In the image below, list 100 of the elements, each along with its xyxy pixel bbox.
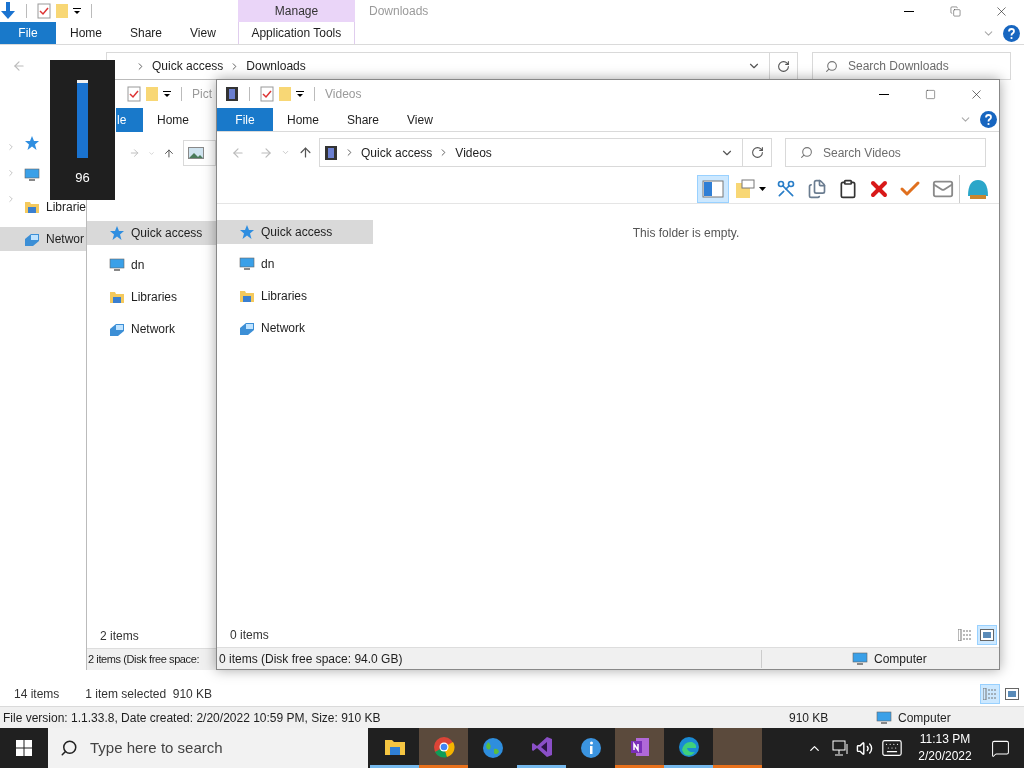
- location-label: Computer: [874, 650, 927, 668]
- library-icon: [239, 288, 255, 304]
- nav-item-label: Network: [261, 320, 305, 337]
- notebook-icon: [628, 735, 651, 758]
- details-list-icon: [958, 629, 972, 641]
- star-icon: [239, 224, 255, 240]
- network-icon: [239, 320, 255, 336]
- item-count: 0 items: [230, 627, 269, 644]
- selection-info: 1 item selected 910 KB: [85, 686, 213, 703]
- file-tab[interactable]: File: [217, 108, 273, 131]
- nav-item-label: Quick access: [261, 224, 333, 241]
- refresh-icon: [777, 59, 790, 73]
- document-check-icon[interactable]: [37, 3, 51, 19]
- pane-icon: [702, 179, 724, 198]
- context-tab-header: Manage: [238, 0, 355, 22]
- search-icon: [800, 146, 813, 159]
- computer-icon: [24, 167, 40, 183]
- computer-icon: [852, 650, 868, 667]
- breadcrumb[interactable]: Videos: [455, 143, 492, 162]
- computer-icon: [239, 256, 255, 272]
- breadcrumb[interactable]: Downloads: [246, 57, 306, 75]
- refresh-icon: [750, 146, 764, 159]
- file-tab[interactable]: le: [116, 108, 143, 132]
- address-bar[interactable]: Quick access Videos: [319, 138, 743, 167]
- search-icon: [825, 59, 838, 73]
- details-list-icon: [983, 688, 997, 700]
- refresh-button[interactable]: [743, 138, 772, 167]
- restore-icon: [949, 5, 961, 17]
- nav-item-label: Libraries: [131, 289, 178, 306]
- caret-icon[interactable]: [296, 90, 304, 98]
- breadcrumb[interactable]: Quick access: [152, 57, 224, 75]
- caret-icon: [758, 186, 766, 191]
- search-icon: [60, 739, 78, 757]
- volume-reading: 96: [75, 169, 90, 187]
- star-icon: [109, 225, 125, 241]
- ribbon-tab[interactable]: View: [393, 108, 447, 131]
- notifications-icon[interactable]: [991, 738, 1010, 758]
- search-field[interactable]: Search Videos: [785, 138, 986, 167]
- computer-icon: [109, 257, 125, 273]
- computer-icon: [876, 709, 892, 726]
- copy-icon: [807, 178, 827, 199]
- image-icon: [188, 147, 205, 159]
- library-icon: [24, 199, 40, 215]
- taskbar-search-field[interactable]: Type here to search: [48, 728, 368, 768]
- network-icon: [24, 231, 40, 247]
- empty-folder-message: This folder is empty.: [632, 225, 740, 240]
- nav-item-label: Librarie: [45, 199, 86, 216]
- film-icon[interactable]: [225, 86, 239, 102]
- folder-icon: [383, 737, 406, 756]
- file-tab[interactable]: File: [0, 22, 56, 44]
- nav-item-label: Networ: [46, 231, 84, 248]
- ribbon-tab[interactable]: Home: [143, 108, 203, 132]
- nav-item-label: dn: [131, 257, 145, 274]
- ribbon-tab[interactable]: View: [176, 22, 230, 44]
- nav-item[interactable]: Quick access: [87, 221, 216, 245]
- ribbon-tab[interactable]: Home: [273, 108, 333, 131]
- address-bar[interactable]: [183, 140, 216, 166]
- volume-slider[interactable]: [77, 80, 88, 158]
- nav-item[interactable]: Quick access: [217, 220, 373, 244]
- file-details: File version: 1.1.33.8, Date created: 2/20/2022 10:59 PM, Size: 910 KB: [3, 709, 382, 727]
- properties-icon: [734, 178, 755, 199]
- windows-logo-icon: [16, 740, 32, 756]
- star-icon: [24, 135, 40, 151]
- status-bar: 2 items (Disk free space:: [87, 648, 216, 670]
- film-icon[interactable]: [324, 144, 338, 161]
- scissors-icon: [776, 178, 796, 199]
- breadcrumb[interactable]: Quick access: [361, 143, 433, 162]
- location-label: Computer: [898, 709, 951, 727]
- help-icon[interactable]: [980, 111, 997, 128]
- caret-icon[interactable]: [163, 90, 171, 98]
- disk-space-info: 0 items (Disk free space: 94.0 GB): [219, 649, 762, 668]
- nav-item-label: Libraries: [261, 288, 308, 305]
- globe-icon: [481, 737, 504, 759]
- image-icon: [980, 629, 994, 641]
- edge-icon: [677, 735, 700, 758]
- taskbar-app-button[interactable]: [419, 728, 468, 768]
- document-check-icon[interactable]: [260, 86, 274, 102]
- network-status-icon[interactable]: [832, 740, 850, 756]
- ribbon-tab[interactable]: Home: [56, 22, 116, 44]
- preview-pane-button[interactable]: [697, 174, 729, 203]
- nav-item[interactable]: Networ: [0, 227, 86, 251]
- ribbon-tab[interactable]: Share: [333, 108, 394, 131]
- caret-icon[interactable]: [73, 7, 81, 15]
- clock[interactable]: 11:13 PM 2/20/2022: [913, 731, 977, 765]
- image-icon: [1005, 688, 1019, 700]
- browser-icon: [432, 735, 455, 758]
- keyboard-icon[interactable]: [881, 737, 903, 759]
- clipboard-icon: [838, 178, 858, 199]
- document-check-icon[interactable]: [127, 86, 141, 102]
- maximize-icon: [924, 88, 936, 100]
- minimize-icon: [904, 10, 914, 12]
- library-icon: [109, 289, 125, 305]
- large-icons-view-button[interactable]: [977, 625, 997, 645]
- info-icon: [579, 737, 602, 759]
- help-icon[interactable]: [1003, 24, 1020, 42]
- ribbon-tab[interactable]: Share: [116, 22, 177, 44]
- shell-icon: [966, 177, 990, 200]
- download-arrow-icon[interactable]: [0, 2, 16, 20]
- volume-icon[interactable]: [856, 739, 873, 757]
- item-count: 2 items: [100, 628, 139, 645]
